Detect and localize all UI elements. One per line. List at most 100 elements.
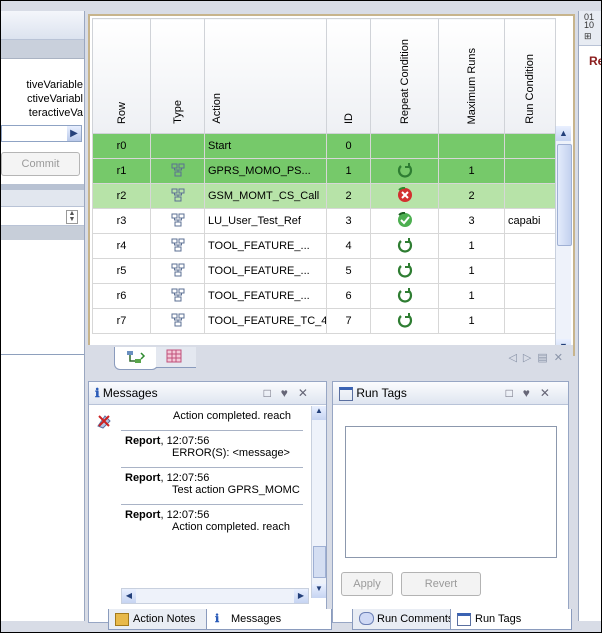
tab-grid-view[interactable] [156, 347, 196, 368]
variable-item[interactable]: ctiveVariabl [1, 93, 84, 107]
type-cell[interactable] [150, 258, 205, 284]
panel-window-controls[interactable]: □♥✕ [264, 382, 318, 404]
scrollbar-thumb[interactable] [313, 546, 326, 578]
message-entry[interactable]: Action completed. reach [121, 406, 303, 431]
action-cell[interactable]: TOOL_FEATURE_... [204, 233, 327, 259]
row-cell[interactable]: r7 [92, 308, 151, 334]
type-cell[interactable] [150, 208, 205, 234]
maximum-runs-cell[interactable]: 2 [438, 183, 505, 209]
column-header-id[interactable]: ID [326, 18, 371, 134]
type-cell[interactable] [150, 183, 205, 209]
row-cell[interactable]: r4 [92, 233, 151, 259]
run-condition-cell[interactable] [504, 183, 556, 209]
variable-selector[interactable]: ▶ [1, 125, 82, 142]
repeat-condition-cell[interactable] [370, 308, 439, 334]
table-row[interactable]: r6 TOOL_FEATURE_... 6 1 [92, 283, 556, 309]
column-header-maximum-runs[interactable]: Maximum Runs [438, 18, 505, 134]
table-row[interactable]: r1 GPRS_MOMO_PS... 1 1 [92, 158, 556, 184]
chevron-right-icon[interactable]: ▶ [67, 126, 81, 141]
action-cell[interactable]: GSM_MOMT_CS_Call [204, 183, 327, 209]
maximum-runs-cell[interactable]: 1 [438, 258, 505, 284]
column-header-row[interactable]: Row [92, 18, 151, 134]
table-vertical-scrollbar[interactable]: ▲ ▼ [555, 126, 572, 354]
repeat-condition-cell[interactable] [370, 283, 439, 309]
scroll-down-icon[interactable]: ▼ [312, 584, 326, 598]
run-tags-textarea[interactable] [345, 426, 557, 558]
row-cell[interactable]: r2 [92, 183, 151, 209]
tab-navigation-controls[interactable]: ◁▷▤✕ [508, 351, 569, 364]
run-condition-cell[interactable] [504, 233, 556, 259]
repeat-condition-cell[interactable] [370, 233, 439, 259]
row-cell[interactable]: r3 [92, 208, 151, 234]
type-cell[interactable] [150, 158, 205, 184]
id-cell[interactable]: 0 [326, 133, 371, 159]
revert-button[interactable]: Revert [401, 572, 481, 596]
maximum-runs-cell[interactable]: 1 [438, 283, 505, 309]
variable-item[interactable]: teractiveVa [1, 107, 84, 121]
id-cell[interactable]: 6 [326, 283, 371, 309]
scroll-up-icon[interactable]: ▲ [312, 406, 326, 420]
id-cell[interactable]: 4 [326, 233, 371, 259]
maximum-runs-cell[interactable]: 1 [438, 308, 505, 334]
row-cell[interactable]: r1 [92, 158, 151, 184]
scroll-left-icon[interactable]: ◀ [122, 589, 136, 603]
action-cell[interactable]: TOOL_FEATURE_TC_4 [204, 308, 327, 334]
repeat-condition-cell[interactable] [370, 258, 439, 284]
messages-vertical-scrollbar[interactable]: ▲ ▼ [311, 406, 326, 598]
tab-run-tags[interactable]: Run Tags [450, 609, 572, 630]
repeat-condition-cell[interactable] [370, 133, 439, 159]
table-row[interactable]: r3 LU_User_Test_Ref 3 3 capabi [92, 208, 556, 234]
row-cell[interactable]: r0 [92, 133, 151, 159]
action-cell[interactable]: TOOL_FEATURE_... [204, 283, 327, 309]
panel-window-controls[interactable]: □♥✕ [506, 382, 560, 404]
commit-button[interactable]: Commit [1, 152, 80, 176]
id-cell[interactable]: 1 [326, 158, 371, 184]
table-row[interactable]: r4 TOOL_FEATURE_... 4 1 [92, 233, 556, 259]
apply-button[interactable]: Apply [341, 572, 393, 596]
type-cell[interactable] [150, 133, 205, 159]
id-cell[interactable]: 3 [326, 208, 371, 234]
variable-item[interactable]: tiveVariable [1, 79, 84, 93]
spinner-arrows-icon[interactable]: ▲ ▼ [66, 210, 78, 224]
run-condition-cell[interactable] [504, 258, 556, 284]
repeat-condition-cell[interactable] [370, 183, 439, 209]
column-header-type[interactable]: Type [150, 18, 205, 134]
row-cell[interactable]: r6 [92, 283, 151, 309]
table-row[interactable]: r0 Start 0 [92, 133, 556, 159]
scrollbar-thumb[interactable] [557, 144, 572, 246]
action-cell[interactable]: LU_User_Test_Ref [204, 208, 327, 234]
table-row[interactable]: r2 GSM_MOMT_CS_Call 2 2 [92, 183, 556, 209]
action-cell[interactable]: Start [204, 133, 327, 159]
binary-icon[interactable]: 01 10 [579, 11, 601, 30]
message-entry[interactable]: Report, 12:07:56 ERROR(S): <message> [121, 431, 303, 468]
action-cell[interactable]: TOOL_FEATURE_... [204, 258, 327, 284]
type-cell[interactable] [150, 283, 205, 309]
run-condition-cell[interactable] [504, 308, 556, 334]
table-row[interactable]: r5 TOOL_FEATURE_... 5 1 [92, 258, 556, 284]
scroll-right-icon[interactable]: ▶ [294, 589, 308, 603]
messages-horizontal-scrollbar[interactable]: ◀ ▶ [121, 588, 309, 604]
type-cell[interactable] [150, 233, 205, 259]
repeat-condition-cell[interactable] [370, 158, 439, 184]
row-cell[interactable]: r5 [92, 258, 151, 284]
tab-messages[interactable]: ℹ Messages [206, 609, 332, 630]
type-cell[interactable] [150, 308, 205, 334]
id-cell[interactable]: 2 [326, 183, 371, 209]
expand-icon[interactable]: ⊞ [579, 29, 601, 42]
maximum-runs-cell[interactable]: 3 [438, 208, 505, 234]
maximum-runs-cell[interactable]: 1 [438, 158, 505, 184]
spinner-field[interactable]: ▲ ▼ [1, 207, 84, 226]
table-row[interactable]: r7 TOOL_FEATURE_TC_4 7 1 [92, 308, 556, 334]
message-entry[interactable]: Report, 12:07:56 Test action GPRS_MOMC [121, 468, 303, 505]
id-cell[interactable]: 5 [326, 258, 371, 284]
column-header-run-condition[interactable]: Run Condition [504, 18, 556, 134]
column-header-repeat-condition[interactable]: Repeat Condition [370, 18, 439, 134]
scroll-up-icon[interactable]: ▲ [556, 126, 571, 141]
action-cell[interactable]: GPRS_MOMO_PS... [204, 158, 327, 184]
id-cell[interactable]: 7 [326, 308, 371, 334]
run-condition-cell[interactable] [504, 133, 556, 159]
column-header-action[interactable]: Action [204, 18, 327, 134]
run-condition-cell[interactable]: capabi [504, 208, 556, 234]
message-entry[interactable]: Report, 12:07:56 Action completed. reach [121, 505, 303, 541]
maximum-runs-cell[interactable] [438, 133, 505, 159]
